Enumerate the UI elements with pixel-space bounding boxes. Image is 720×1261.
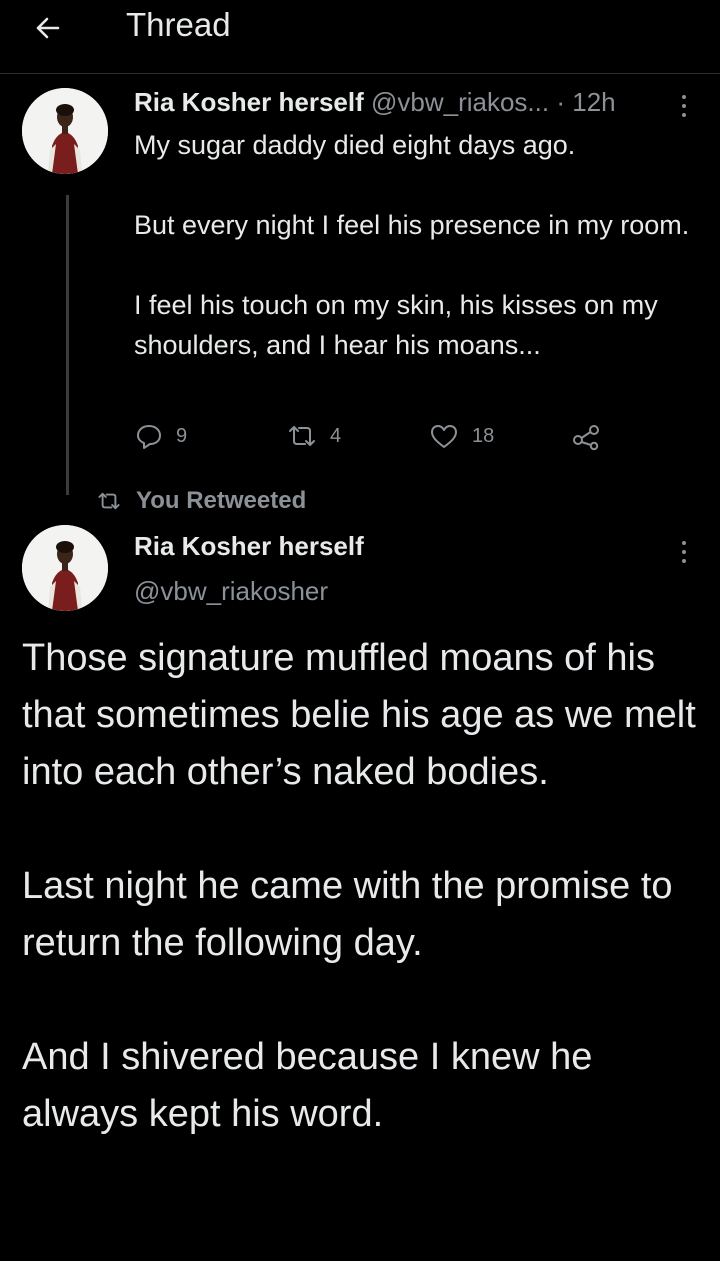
- heart-icon: [431, 425, 457, 448]
- retweet-notice: You Retweeted: [96, 484, 306, 518]
- avatar[interactable]: [22, 88, 108, 174]
- like-count: 18: [472, 424, 495, 447]
- author-handle[interactable]: @vbw_riakos...: [371, 87, 549, 117]
- avatar[interactable]: [22, 525, 108, 611]
- more-vertical-icon: [682, 95, 686, 117]
- retweet-button[interactable]: 4: [286, 416, 341, 456]
- retweet-count: 4: [330, 424, 342, 447]
- more-options-button[interactable]: [674, 536, 694, 570]
- arrow-left-icon: [36, 17, 60, 39]
- tweet-text: My sugar daddy died eight days ago. But …: [134, 130, 690, 360]
- reply-count: 9: [176, 424, 188, 447]
- retweet-icon: [289, 426, 315, 446]
- more-vertical-icon: [682, 541, 686, 563]
- share-icon: [573, 425, 599, 451]
- separator: ·: [556, 87, 566, 117]
- tweet-text: Those signature muffled moans of his tha…: [22, 637, 696, 1135]
- retweet-icon: [98, 492, 120, 510]
- thread-connector-line: [66, 195, 69, 495]
- back-button[interactable]: [28, 8, 68, 48]
- share-button[interactable]: [570, 416, 602, 456]
- author-handle[interactable]: @vbw_riakosher: [134, 576, 328, 607]
- tweet-time[interactable]: 12h: [572, 87, 615, 117]
- more-options-button[interactable]: [674, 90, 694, 124]
- reply-icon: [137, 425, 161, 449]
- tweet-author-line: Ria Kosher herself @vbw_riakos... · 12h: [134, 87, 616, 118]
- retweet-label: You Retweeted: [136, 487, 307, 514]
- author-name[interactable]: Ria Kosher herself: [134, 87, 364, 117]
- page-title: Thread: [126, 6, 231, 43]
- reply-button[interactable]: 9: [134, 416, 187, 456]
- like-button[interactable]: 18: [428, 416, 494, 456]
- thread-header: Thread: [0, 0, 720, 74]
- author-name[interactable]: Ria Kosher herself: [134, 531, 364, 562]
